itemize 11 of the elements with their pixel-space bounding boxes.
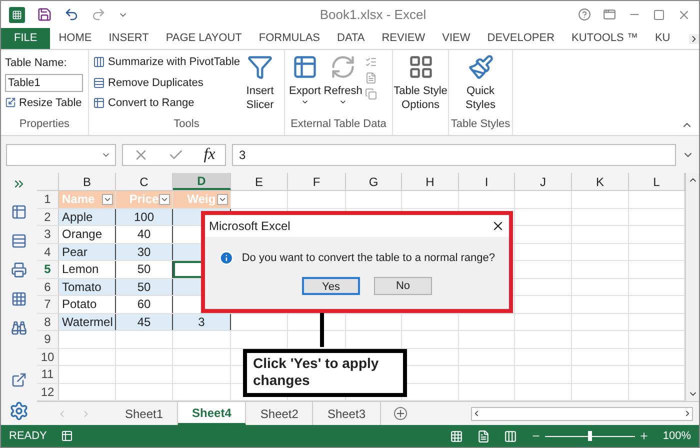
- dialog-message: Do you want to convert the table to a normal range?: [242, 250, 495, 266]
- table-name-label: Table Name:: [5, 56, 68, 71]
- group-label: Tools: [174, 116, 200, 132]
- group-label: External Table Data: [290, 116, 386, 132]
- dialog-title: Microsoft Excel: [209, 218, 290, 235]
- group-label: Properties: [19, 116, 70, 132]
- window-title: Book1.xlsx - Excel: [320, 6, 426, 24]
- zoom-level: 100%: [662, 428, 691, 444]
- status-text: READY: [9, 428, 47, 444]
- group-label: Table Styles: [450, 116, 510, 132]
- callout-text: Click 'Yes' to apply changes: [253, 355, 380, 389]
